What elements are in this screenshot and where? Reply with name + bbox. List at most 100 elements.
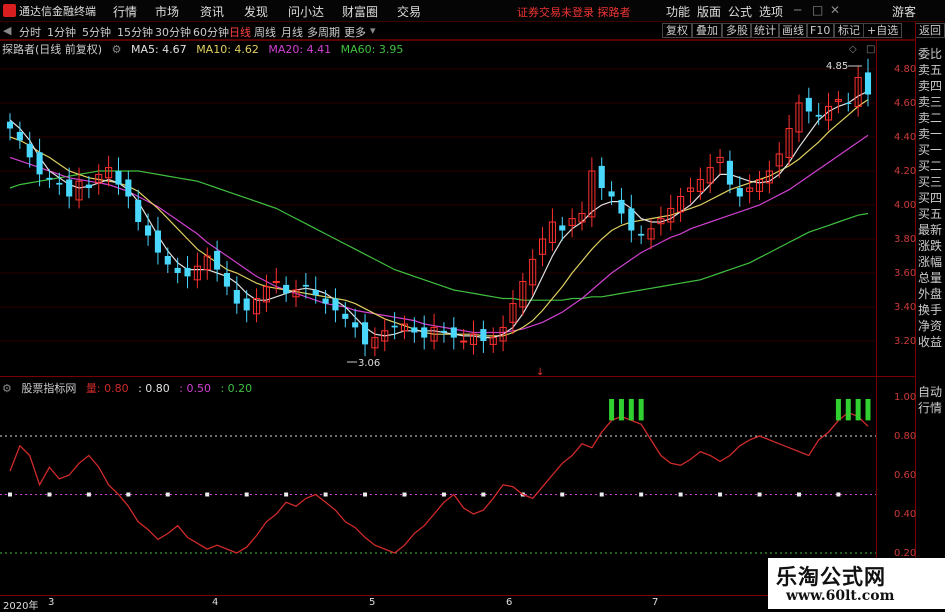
candle-body <box>568 218 576 226</box>
menu-xuanxiang[interactable]: 选项 <box>759 3 783 20</box>
btn-tongji[interactable]: 统计 <box>750 23 780 38</box>
btn-zixuan[interactable]: +自选 <box>863 23 903 38</box>
btn-diejia[interactable]: 叠加 <box>692 23 722 38</box>
axis-label: 1.00 <box>894 392 917 403</box>
osc-level-dot <box>639 492 644 497</box>
period-15min[interactable]: 15分钟 <box>117 24 153 40</box>
candle-body <box>548 221 556 243</box>
period-weekly[interactable]: 周线 <box>254 24 276 40</box>
watermark-title: 乐淘公式网 <box>776 565 886 589</box>
candle-body <box>421 327 428 338</box>
side-sell4[interactable]: 卖四 <box>918 78 945 94</box>
side-netasset[interactable]: 净资 <box>918 318 945 334</box>
osc-level-dot <box>560 492 565 497</box>
more-dropdown-icon[interactable]: ▾ <box>370 24 376 37</box>
side-sell5[interactable]: 卖五 <box>918 62 945 78</box>
side-buy2[interactable]: 买二 <box>918 158 945 174</box>
period-monthly[interactable]: 月线 <box>281 24 303 40</box>
osc-level-dot <box>599 492 604 497</box>
candle-body <box>400 323 409 332</box>
candle-body <box>105 167 113 179</box>
side-outer[interactable]: 外盘 <box>918 286 945 302</box>
candle-body <box>135 199 142 222</box>
period-toolbar: ◀ 分时 1分钟 5分钟 15分钟 30分钟 60分钟 日线 周线 月线 多周期… <box>0 22 945 40</box>
btn-f10[interactable]: F10 <box>806 23 835 38</box>
side-sell3[interactable]: 卖三 <box>918 94 945 110</box>
side-buy3[interactable]: 买三 <box>918 174 945 190</box>
period-60min[interactable]: 60分钟 <box>193 24 229 40</box>
maximize-icon[interactable]: □ <box>812 3 823 17</box>
btn-biaoji[interactable]: 标记 <box>834 23 864 38</box>
side-turnover[interactable]: 换手 <box>918 302 945 318</box>
btn-huaxian[interactable]: 画线 <box>778 23 808 38</box>
indicator-value-4: : 0.20 <box>220 382 253 395</box>
toolbar-prev-icon[interactable]: ◀ <box>3 24 11 37</box>
side-buy1[interactable]: 买一 <box>918 142 945 158</box>
signal-bar <box>638 398 644 421</box>
candle-body <box>6 121 14 129</box>
indicator-settings-icon[interactable]: ⚙ <box>2 382 12 395</box>
candle-body <box>845 103 852 104</box>
side-change[interactable]: 涨跌 <box>918 238 945 254</box>
osc-level-dot <box>796 492 801 497</box>
candle-body <box>36 152 43 175</box>
candle-body <box>46 177 53 180</box>
osc-level-dot <box>47 492 52 497</box>
period-multi[interactable]: 多周期 <box>307 24 340 40</box>
stock-title: 探路者(日线 前复权) <box>2 43 103 56</box>
menu-faxian[interactable]: 发现 <box>244 3 268 20</box>
menu-hangqing[interactable]: 行情 <box>113 3 137 20</box>
menu-jiaoyi[interactable]: 交易 <box>397 3 421 20</box>
side-volume[interactable]: 总量 <box>918 270 945 286</box>
axis-label: 3.40 <box>894 302 917 313</box>
candle-body <box>342 313 349 319</box>
btn-fuquan[interactable]: 复权 <box>662 23 692 38</box>
side-auto[interactable]: 自动 <box>918 384 945 400</box>
axis-label: 3.20 <box>894 336 917 347</box>
candle-body <box>26 143 33 158</box>
side-quote[interactable]: 行情 <box>918 400 945 416</box>
menu-gongneng[interactable]: 功能 <box>666 3 690 20</box>
ma60-line <box>9 170 869 301</box>
candle-body <box>312 290 319 296</box>
app-title: 通达信金融终端 <box>19 5 96 18</box>
menu-shichang[interactable]: 市场 <box>155 3 179 20</box>
kline-chart[interactable]: 4.85 3.06 ↓ ◇ □ <box>0 0 945 609</box>
menu-caifuquan[interactable]: 财富圈 <box>342 3 378 20</box>
minimize-icon[interactable]: ─ <box>794 3 801 17</box>
menu-wenxiaoda[interactable]: 问小达 <box>288 3 324 20</box>
side-change-pct[interactable]: 涨幅 <box>918 254 945 270</box>
candle-body <box>657 218 665 225</box>
side-buy5[interactable]: 买五 <box>918 206 945 222</box>
candle-body <box>75 180 83 201</box>
menu-zixun[interactable]: 资讯 <box>200 3 224 20</box>
settings-icon[interactable]: ⚙ <box>112 43 122 56</box>
btn-duogu[interactable]: 多股 <box>722 23 752 38</box>
candle-body <box>716 156 724 163</box>
btn-fanhui[interactable]: 返回 <box>915 23 945 38</box>
menu-gongshi[interactable]: 公式 <box>728 3 752 20</box>
period-1min[interactable]: 1分钟 <box>47 24 76 40</box>
side-sell2[interactable]: 卖二 <box>918 110 945 126</box>
guest-label[interactable]: 游客 <box>892 3 916 20</box>
candle-body <box>214 250 221 270</box>
period-daily[interactable]: 日线 <box>229 24 251 40</box>
side-buy4[interactable]: 买四 <box>918 190 945 206</box>
side-earnings[interactable]: 收益 <box>918 334 945 350</box>
menu-banmian[interactable]: 版面 <box>697 3 721 20</box>
candle-body <box>262 286 270 303</box>
period-30min[interactable]: 30分钟 <box>155 24 191 40</box>
close-icon[interactable]: ✕ <box>830 3 840 17</box>
candle-body <box>834 99 842 102</box>
candle-body <box>66 179 73 197</box>
period-5min[interactable]: 5分钟 <box>82 24 111 40</box>
side-sell1[interactable]: 卖一 <box>918 126 945 142</box>
indicator-legend: ⚙ 股票指标网 量: 0.80 : 0.80 : 0.50 : 0.20 <box>2 380 258 396</box>
candle-body <box>283 284 290 294</box>
side-weibi[interactable]: 委比 <box>918 46 945 62</box>
candle-body <box>746 187 754 192</box>
date-label: 3 <box>48 597 55 608</box>
period-more[interactable]: 更多 <box>344 24 366 40</box>
side-latest[interactable]: 最新 <box>918 222 945 238</box>
period-fenshi[interactable]: 分时 <box>19 24 41 40</box>
